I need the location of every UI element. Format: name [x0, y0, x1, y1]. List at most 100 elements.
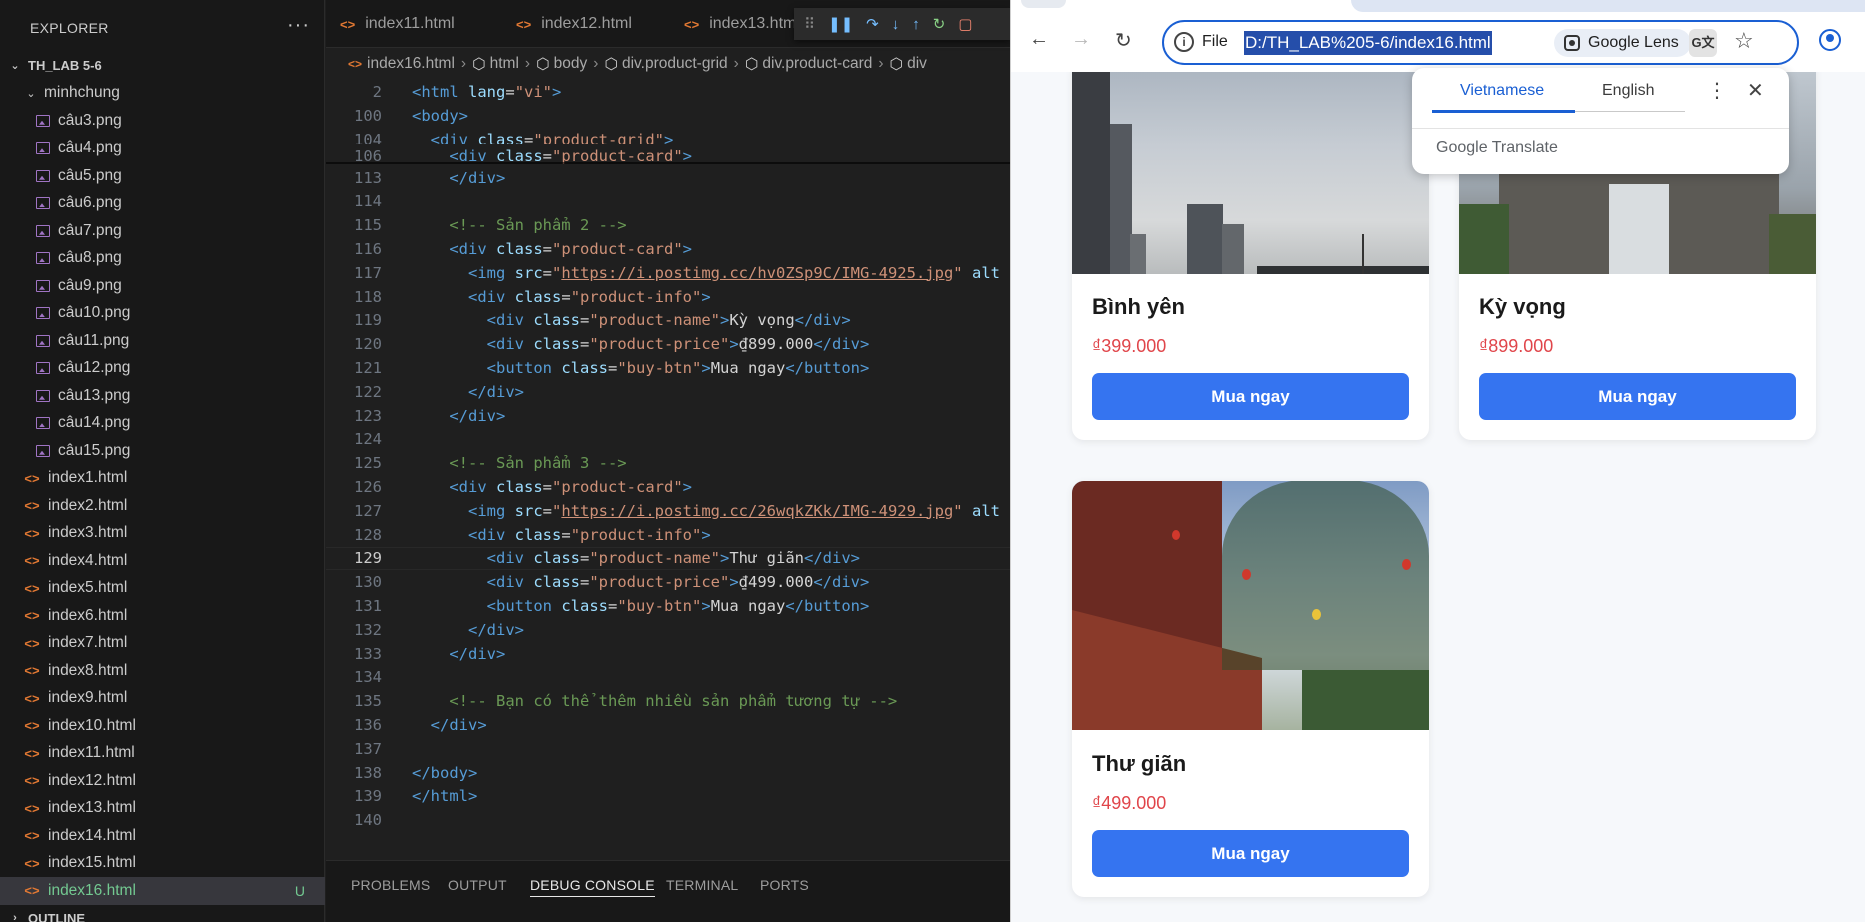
- breadcrumb-item[interactable]: div.product-grid: [622, 55, 728, 73]
- profile-icon[interactable]: [1819, 29, 1841, 51]
- code-line[interactable]: 125 <!-- Sản phẩm 3 -->: [326, 452, 1010, 475]
- buy-button[interactable]: Mua ngay: [1092, 830, 1409, 877]
- code-line[interactable]: 118 <div class="product-info">: [326, 285, 1010, 308]
- code-line[interactable]: 127 <img src="https://i.postimg.cc/26wqk…: [326, 499, 1010, 522]
- tree-file[interactable]: câu7.png: [0, 217, 325, 245]
- browser-menu-icon[interactable]: ⋮: [1859, 24, 1865, 49]
- tree-folder-minhchung[interactable]: ⌄ minhchung: [0, 80, 325, 108]
- code-line[interactable]: 113 </div>: [326, 166, 1010, 189]
- tree-file[interactable]: câu12.png: [0, 355, 325, 383]
- tree-file[interactable]: câu4.png: [0, 135, 325, 163]
- code-line[interactable]: 123 </div>: [326, 404, 1010, 427]
- code-line[interactable]: 120 <div class="product-price">₫899.000<…: [326, 333, 1010, 356]
- panel-tab-ports[interactable]: PORTS: [760, 877, 809, 893]
- url-text[interactable]: D:/TH_LAB%205-6/index16.html: [1244, 31, 1492, 55]
- tree-file[interactable]: <> index8.html: [0, 657, 325, 685]
- panel-tab-debug-console[interactable]: DEBUG CONSOLE: [530, 877, 655, 897]
- buy-button[interactable]: Mua ngay: [1479, 373, 1796, 420]
- panel-tab-output[interactable]: OUTPUT: [448, 877, 507, 893]
- code-line[interactable]: 131 <button class="buy-btn">Mua ngay</bu…: [326, 594, 1010, 617]
- tree-file[interactable]: <> index7.html: [0, 630, 325, 658]
- browser-tab[interactable]: [1021, 0, 1066, 8]
- tree-file[interactable]: <> index5.html: [0, 575, 325, 603]
- code-editor[interactable]: 2 <html lang="vi"> 100 <body> 104 <div class…: [326, 78, 1010, 842]
- code-line[interactable]: 128 <div class="product-info">: [326, 523, 1010, 546]
- tree-file[interactable]: <> index1.html: [0, 465, 325, 493]
- step-out-icon[interactable]: ↑: [912, 16, 920, 33]
- breadcrumb-item[interactable]: index16.html: [367, 55, 455, 73]
- tree-file[interactable]: câu15.png: [0, 437, 325, 465]
- code-line[interactable]: 122 </div>: [326, 380, 1010, 403]
- bookmark-star-icon[interactable]: ☆: [1734, 28, 1754, 54]
- tree-file[interactable]: câu14.png: [0, 410, 325, 438]
- code-line[interactable]: 135 <!-- Bạn có thể thêm nhiều sản phẩm …: [326, 690, 1010, 713]
- code-line[interactable]: 134: [326, 666, 1010, 689]
- tree-file[interactable]: câu5.png: [0, 162, 325, 190]
- tree-file[interactable]: <> index2.html: [0, 492, 325, 520]
- code-line[interactable]: 130 <div class="product-price">₫499.000<…: [326, 571, 1010, 594]
- translate-icon[interactable]: G文: [1689, 29, 1717, 57]
- restart-icon[interactable]: ↻: [933, 15, 946, 33]
- tree-file[interactable]: câu6.png: [0, 190, 325, 218]
- tree-file[interactable]: câu8.png: [0, 245, 325, 273]
- tree-file[interactable]: câu11.png: [0, 327, 325, 355]
- tree-file[interactable]: <> index12.html: [0, 767, 325, 795]
- step-into-icon[interactable]: ↓: [892, 16, 900, 33]
- back-icon[interactable]: ←: [1029, 28, 1049, 51]
- code-line[interactable]: 129 <div class="product-name">Thư giãn</…: [326, 546, 1010, 570]
- tree-file[interactable]: <> index15.html: [0, 850, 325, 878]
- code-line[interactable]: 138 </body>: [326, 761, 1010, 784]
- tree-file[interactable]: <> index4.html: [0, 547, 325, 575]
- code-line[interactable]: 121 <button class="buy-btn">Mua ngay</bu…: [326, 356, 1010, 379]
- tree-file[interactable]: <> index9.html: [0, 685, 325, 713]
- tree-file[interactable]: <> index14.html: [0, 822, 325, 850]
- breadcrumb-item[interactable]: div.product-card: [762, 55, 872, 73]
- panel-tab-terminal[interactable]: TERMINAL: [666, 877, 738, 893]
- drag-handle-icon[interactable]: ⠿: [804, 15, 815, 33]
- tree-root-folder[interactable]: ⌄ TH_LAB 5-6: [0, 52, 325, 80]
- explorer-more-icon[interactable]: ···: [287, 14, 310, 37]
- tab-index13[interactable]: <> index13.html: [684, 0, 800, 48]
- reload-icon[interactable]: ↻: [1115, 28, 1132, 53]
- tree-file[interactable]: <> index3.html: [0, 520, 325, 548]
- code-line[interactable]: 124: [326, 428, 1010, 451]
- code-line[interactable]: 2 <html lang="vi">: [326, 80, 1010, 103]
- code-line[interactable]: 137: [326, 737, 1010, 760]
- tab-index11[interactable]: <> index11.html: [340, 0, 455, 48]
- breadcrumb-item[interactable]: html: [490, 55, 519, 73]
- code-line[interactable]: 119 <div class="product-name">Kỳ vọng</d…: [326, 309, 1010, 332]
- tree-file[interactable]: câu10.png: [0, 300, 325, 328]
- code-line[interactable]: 136 </div>: [326, 713, 1010, 736]
- tree-file[interactable]: <> index10.html: [0, 712, 325, 740]
- code-line[interactable]: 116 <div class="product-card">: [326, 237, 1010, 260]
- code-line[interactable]: 140: [326, 809, 1010, 832]
- tab-index12[interactable]: <> index12.html: [516, 0, 632, 48]
- tree-file[interactable]: <> index16.html U: [0, 877, 325, 905]
- outline-section[interactable]: › OUTLINE: [0, 905, 325, 922]
- code-line[interactable]: 132 </div>: [326, 618, 1010, 641]
- stop-icon[interactable]: ▢: [958, 15, 972, 33]
- tree-file[interactable]: <> index11.html: [0, 740, 325, 768]
- tree-file[interactable]: câu3.png: [0, 107, 325, 135]
- google-lens-button[interactable]: Google Lens: [1554, 29, 1691, 57]
- code-line[interactable]: 133 </div>: [326, 642, 1010, 665]
- step-over-icon[interactable]: ↷: [866, 15, 879, 33]
- code-line[interactable]: 126 <div class="product-card">: [326, 475, 1010, 498]
- tree-file[interactable]: <> index13.html: [0, 795, 325, 823]
- more-options-icon[interactable]: ⋮: [1707, 78, 1727, 103]
- panel-tab-problems[interactable]: PROBLEMS: [351, 877, 430, 893]
- pause-icon[interactable]: ❚❚: [828, 15, 853, 33]
- forward-icon[interactable]: →: [1071, 28, 1091, 51]
- tree-file[interactable]: câu9.png: [0, 272, 325, 300]
- language-tab-english[interactable]: English: [1602, 82, 1654, 100]
- code-line[interactable]: 117 <img src="https://i.postimg.cc/hv0ZS…: [326, 261, 1010, 284]
- site-info-icon[interactable]: i: [1174, 32, 1194, 52]
- code-line[interactable]: 100 <body>: [326, 104, 1010, 127]
- language-tab-vietnamese[interactable]: Vietnamese: [1460, 82, 1544, 100]
- buy-button[interactable]: Mua ngay: [1092, 373, 1409, 420]
- code-line[interactable]: 114: [326, 190, 1010, 213]
- tree-file[interactable]: câu13.png: [0, 382, 325, 410]
- tree-file[interactable]: <> index6.html: [0, 602, 325, 630]
- breadcrumb-item[interactable]: body: [554, 55, 588, 73]
- code-line[interactable]: 115 <!-- Sản phẩm 2 -->: [326, 214, 1010, 237]
